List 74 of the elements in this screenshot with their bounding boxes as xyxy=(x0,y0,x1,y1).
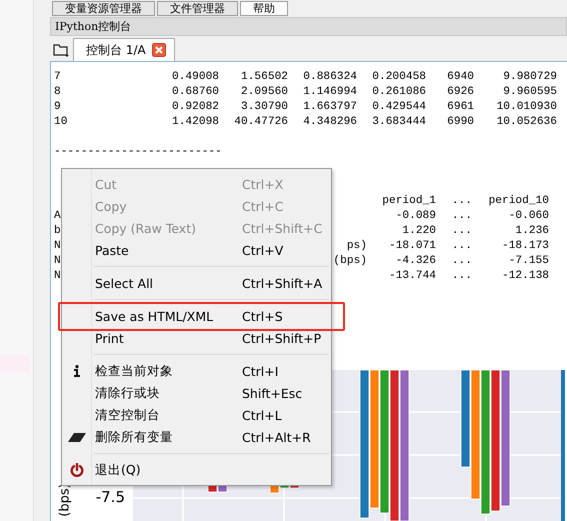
console-cell-text: 6940 xyxy=(446,70,474,85)
console-cell-text: -7.155 xyxy=(508,254,549,269)
console-cell-text: 10.010930 xyxy=(496,100,557,115)
console-cell-text: ... xyxy=(450,254,472,269)
console-cell-text: 1.220 xyxy=(401,224,436,239)
menu-item[interactable]: Save as HTML/XML Ctrl+S xyxy=(62,305,331,327)
menu-item[interactable]: Print Ctrl+Shift+P xyxy=(62,327,331,349)
column-header: period_1 xyxy=(381,194,436,209)
row-label: (bps) xyxy=(333,254,367,269)
console-cell-text: 0.886324 xyxy=(302,70,357,85)
row-label: ps) xyxy=(346,239,367,254)
console-cell-text: 0.429544 xyxy=(371,100,426,115)
menu-item[interactable]: 清除行或块 Shift+Esc xyxy=(62,382,331,404)
console-cell-text: ... xyxy=(450,209,472,224)
console-cell: 1.42098 xyxy=(172,115,219,130)
console-cell: 0.49008 xyxy=(172,70,219,85)
pane-title: IPython控制台 xyxy=(50,17,567,36)
console-cell-text: 2.09560 xyxy=(240,85,288,100)
column-header: period_10 xyxy=(488,194,549,209)
info-icon xyxy=(74,365,80,377)
row-label: b xyxy=(54,224,62,239)
console-cell-text: 1.146994 xyxy=(302,85,357,100)
console-tab[interactable]: 控制台 1/A xyxy=(73,38,175,61)
eraser-icon xyxy=(68,432,86,442)
power-icon xyxy=(70,463,84,477)
console-cell-text: -4.326 xyxy=(394,254,436,269)
folder-icon[interactable] xyxy=(53,43,69,57)
menu-item[interactable]: 检查当前对象 Ctrl+I xyxy=(62,360,331,382)
console-cell-text: 6990 xyxy=(446,115,474,130)
console-cell-text: -0.060 xyxy=(508,209,549,224)
console-cell-text: 6961 xyxy=(446,100,474,115)
console-cell-text: 9.980729 xyxy=(502,70,557,85)
console-cell-text: 3.30790 xyxy=(240,100,288,115)
console-cell-text: -18.071 xyxy=(388,239,436,254)
console-cell-text: 1.663797 xyxy=(302,100,357,115)
console-cell-text: -12.138 xyxy=(501,269,549,284)
console-cell-text: -0.089 xyxy=(394,209,436,224)
menu-item[interactable]: 退出(Q) xyxy=(62,459,331,481)
console-cell-text: 9 xyxy=(54,100,62,115)
pane-tab[interactable]: 变量资源管理器 xyxy=(52,1,155,16)
console-cell-text: 10 xyxy=(54,115,68,130)
console-cell-text: 8 xyxy=(54,85,62,100)
menu-item[interactable]: 清空控制台 Ctrl+L xyxy=(62,404,331,426)
console-cell-text: 3.683444 xyxy=(371,115,426,130)
tick-label: -7.5 xyxy=(96,488,125,506)
column-header: ... xyxy=(450,194,472,209)
console-cell: 0.92082 xyxy=(172,100,219,115)
console-cell-text: ... xyxy=(450,224,472,239)
row-label: N xyxy=(54,254,62,269)
row-label: A xyxy=(54,209,62,224)
console-rule: ------------------------- xyxy=(53,145,223,160)
menu-item[interactable]: Select All Ctrl+Shift+A xyxy=(62,272,331,294)
console-cell-text: 7 xyxy=(54,70,62,85)
console-cell-text: 4.348296 xyxy=(302,115,357,130)
console-cell: 0.68760 xyxy=(172,85,219,100)
console-cell-text: 40.47726 xyxy=(233,115,288,130)
menu-item[interactable]: 删除所有变量 Ctrl+Alt+R xyxy=(62,426,331,448)
pane-tab[interactable]: 文件管理器 xyxy=(157,1,238,16)
console-cell-text: 6926 xyxy=(446,85,474,100)
menu-item[interactable]: Paste Ctrl+V xyxy=(62,239,331,261)
console-cell-text: ... xyxy=(450,239,472,254)
console-cell-text: 9.960595 xyxy=(502,85,557,100)
console-cell-text: 0.261086 xyxy=(371,85,426,100)
console-cell-text: 1.236 xyxy=(514,224,549,239)
close-icon[interactable] xyxy=(152,43,166,57)
console-cell-text: ... xyxy=(450,269,472,284)
console-cell-text: 10.052636 xyxy=(496,115,557,130)
console-cell-text: 1.56502 xyxy=(240,70,288,85)
pane-tab[interactable]: 帮助 xyxy=(240,1,288,16)
console-cell-text: 0.200458 xyxy=(371,70,426,85)
row-label: N xyxy=(54,269,62,284)
console-cell-text: -18.173 xyxy=(501,239,549,254)
console-cell-text: -13.744 xyxy=(388,269,436,284)
row-label: N xyxy=(54,239,62,254)
